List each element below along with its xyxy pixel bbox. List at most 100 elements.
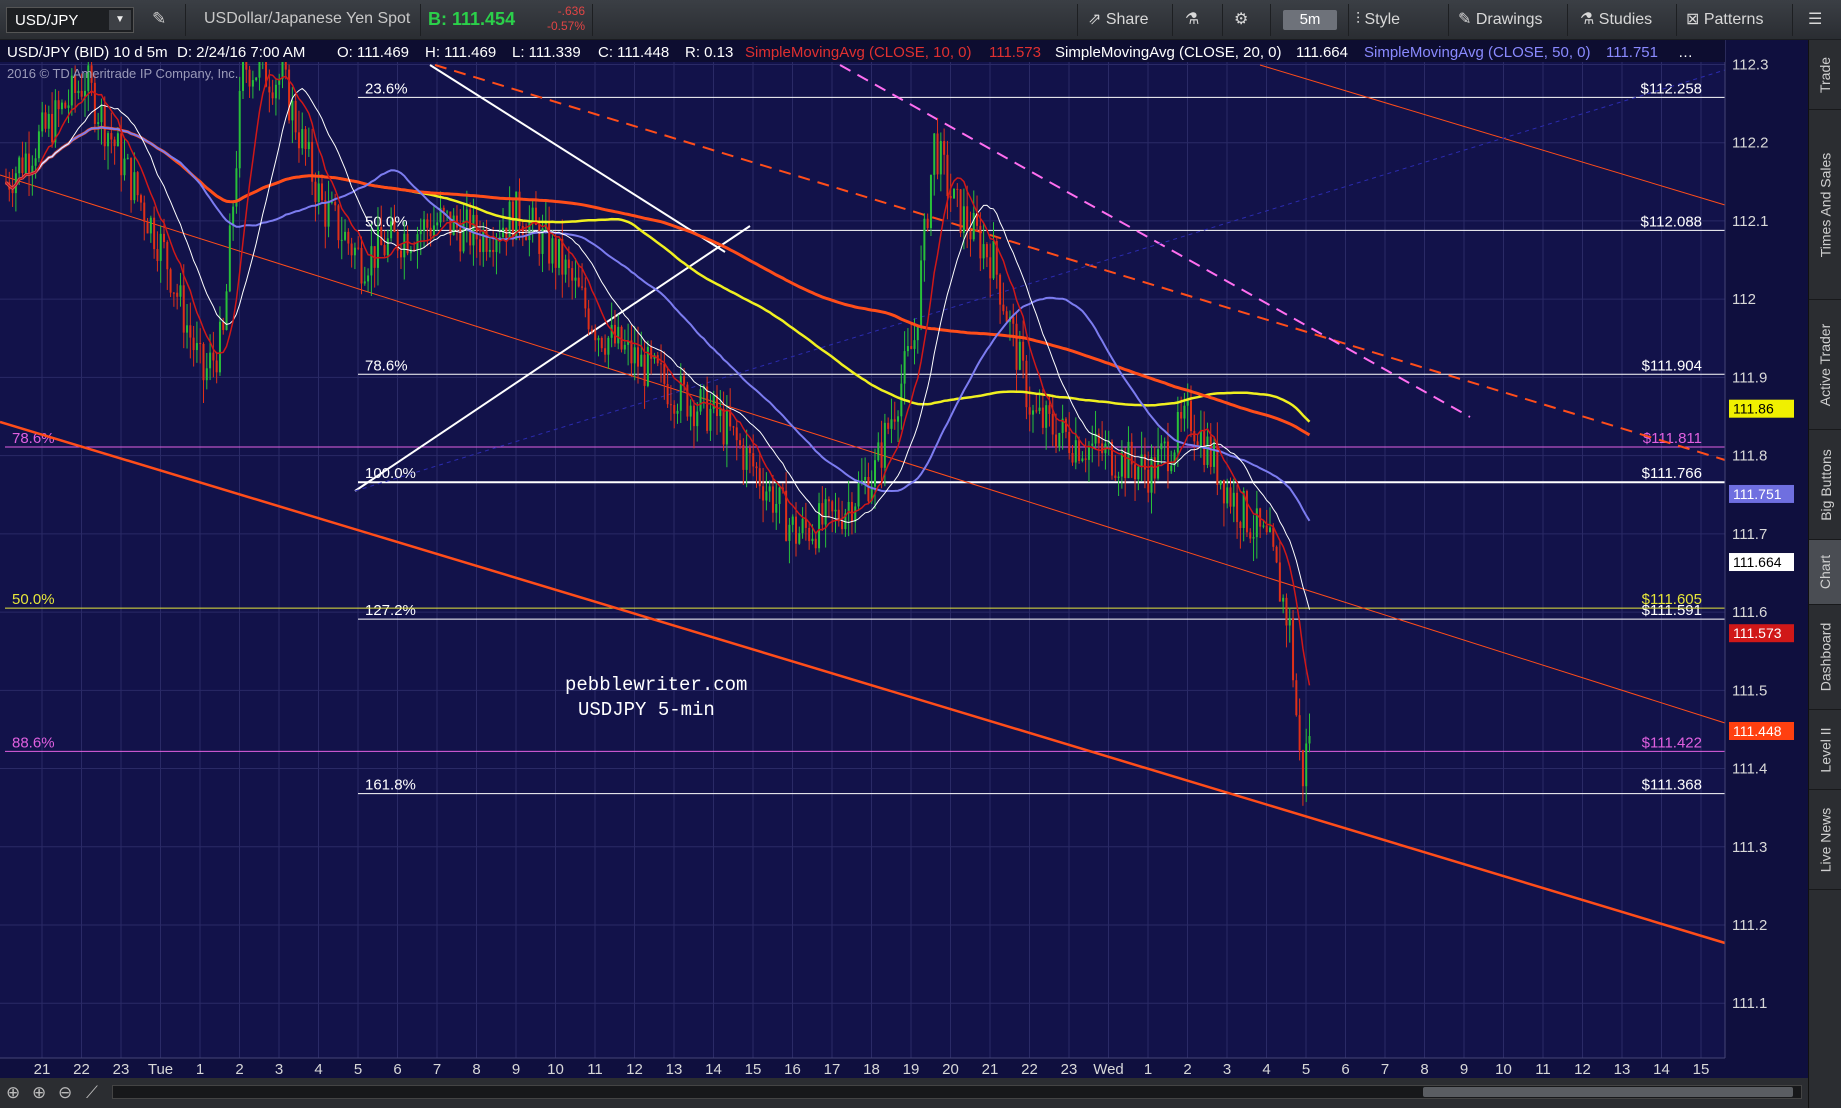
scrollbar-thumb[interactable] — [1423, 1087, 1793, 1097]
tab-times-and-sales[interactable]: Times And Sales — [1809, 110, 1841, 300]
candle-body — [722, 408, 725, 445]
candle-body — [1035, 410, 1038, 412]
fib-level-value: $112.088 — [1641, 213, 1702, 230]
sma20-value: 111.664 — [1296, 44, 1348, 61]
candle-body — [660, 363, 663, 365]
divider — [1270, 4, 1271, 36]
flask-icon[interactable]: ⚗ — [1185, 8, 1199, 32]
candle-body — [386, 238, 389, 256]
candle-body — [880, 442, 883, 468]
candle-body — [301, 129, 304, 149]
price-axis[interactable]: 112.3 112.2 112.1 112 111.9 111.8 111.7 111.6 11… — [1724, 40, 1808, 1058]
menu-icon[interactable]: ☰ — [1808, 8, 1822, 32]
candle-body — [890, 419, 893, 429]
symbol-selector[interactable]: USD/JPY ▼ — [6, 7, 134, 33]
candle-body — [186, 325, 189, 333]
tab-level-ii[interactable]: Level II — [1809, 710, 1841, 790]
candle-body — [1157, 449, 1160, 479]
candle-body — [607, 337, 610, 355]
x-tick-label: 21 — [34, 1061, 51, 1078]
tab-trade[interactable]: Trade — [1809, 40, 1841, 110]
x-tick-label: 13 — [666, 1061, 683, 1078]
share-button[interactable]: ⇗ Share — [1088, 8, 1149, 32]
candle-body — [370, 246, 373, 276]
y-tick-label: 111.1 — [1732, 995, 1767, 1012]
candle-body — [775, 503, 778, 513]
more-icon[interactable]: … — [1678, 44, 1693, 61]
divider — [420, 4, 421, 36]
candle-body — [307, 141, 310, 150]
candle-body — [969, 230, 972, 240]
candle-body — [574, 277, 577, 281]
x-tick-label: 20 — [942, 1061, 959, 1078]
candle-body — [1229, 487, 1232, 507]
studies-button[interactable]: ⚗ Studies — [1580, 8, 1652, 32]
candle-body — [623, 344, 626, 350]
zoom-in-icon[interactable]: ⊕ — [32, 1083, 46, 1103]
y-tick-label: 111.6 — [1732, 604, 1767, 621]
patterns-button[interactable]: ⊠ Patterns — [1686, 8, 1763, 32]
candle-body — [1219, 480, 1222, 485]
candle-body — [209, 352, 212, 369]
candle-body — [156, 249, 159, 261]
zoom-out-icon[interactable]: ⊖ — [58, 1083, 72, 1103]
candle-body — [791, 516, 794, 525]
gear-icon[interactable]: ⚙ — [1234, 8, 1248, 32]
y-tick-label: 112 — [1732, 291, 1756, 308]
candle-body — [1005, 311, 1008, 322]
candle-body — [663, 363, 666, 384]
candle-body — [949, 196, 952, 199]
candle-body — [584, 287, 587, 309]
candle-body — [1140, 454, 1143, 467]
bid-price: B: 111.454 — [428, 9, 516, 29]
fib-level-label: 127.2% — [365, 602, 416, 619]
chevron-down-icon[interactable]: ▼ — [109, 10, 131, 30]
sma20-label: SimpleMovingAvg (CLOSE, 20, 0) — [1055, 44, 1282, 61]
candle-body — [811, 538, 814, 542]
x-tick-label: 1 — [1144, 1061, 1152, 1078]
tab-chart[interactable]: Chart — [1809, 540, 1841, 605]
style-button[interactable]: ⫶ Style — [1356, 8, 1400, 32]
drawings-button[interactable]: ✎ Drawings — [1458, 8, 1543, 32]
time-axis[interactable]: 21 22 23 Tue 1 2 3 4 5 6 7 8 9 10 11 12 13 14 15 16 17 18 19 20… — [0, 1057, 1808, 1078]
period-button[interactable]: 5m — [1283, 10, 1337, 30]
tab-dashboard[interactable]: Dashboard — [1809, 605, 1841, 710]
candle-body — [1012, 316, 1015, 324]
candle-body — [103, 104, 106, 147]
candle-body — [1236, 492, 1239, 523]
price-tag-label: 111.664 — [1733, 554, 1782, 570]
candle-body — [910, 346, 913, 349]
candle-body — [1301, 750, 1304, 787]
candle-body — [143, 202, 146, 222]
candle-body — [423, 219, 426, 231]
tab-live-news[interactable]: Live News — [1809, 790, 1841, 890]
candle-body — [771, 486, 774, 513]
horizontal-scrollbar[interactable] — [112, 1085, 1802, 1099]
header-range: R: 0.13 — [685, 44, 733, 61]
candle-body — [1032, 410, 1034, 415]
x-tick-label: Tue — [148, 1061, 173, 1078]
candle-body — [255, 77, 258, 81]
sma50-value: 111.751 — [1606, 44, 1658, 61]
candle-body — [758, 468, 761, 487]
candle-body — [172, 292, 175, 294]
tab-active-trader[interactable]: Active Trader — [1809, 300, 1841, 430]
y-tick-label: 112.3 — [1732, 56, 1768, 73]
price-chart[interactable]: 23.6% $112.258 50.0% $112.088 78.6% $111.904 1… — [0, 40, 1808, 1078]
y-tick-label: 111.3 — [1732, 839, 1767, 856]
candle-body — [24, 153, 27, 174]
drag-icon[interactable]: ⟋ — [86, 1083, 98, 1103]
candle-body — [482, 230, 485, 253]
candle-body — [1150, 457, 1153, 493]
x-tick-label: 13 — [1614, 1061, 1631, 1078]
divider — [1676, 4, 1677, 36]
pencil-icon[interactable]: ✎ — [152, 9, 166, 29]
divider — [1792, 4, 1793, 36]
tab-big-buttons[interactable]: Big Buttons — [1809, 430, 1841, 540]
crosshair-icon[interactable]: ⊕ — [6, 1083, 20, 1103]
candle-body — [850, 501, 853, 522]
candle-body — [564, 259, 567, 275]
candle-body — [205, 368, 208, 381]
candle-body — [324, 200, 327, 227]
candle-body — [350, 243, 353, 256]
